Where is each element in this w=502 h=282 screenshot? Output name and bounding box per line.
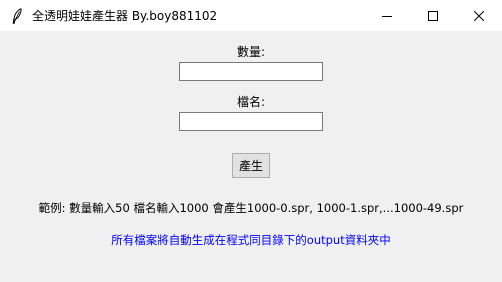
window-controls: [364, 0, 502, 31]
example-text: 範例: 數量輸入50 檔名輸入1000 會產生1000-0.spr, 1000-…: [38, 201, 464, 215]
quantity-label: 數量:: [236, 45, 266, 59]
title-bar[interactable]: 全透明娃娃產生器 By.boy881102: [0, 0, 502, 31]
output-note: 所有檔案將自動生成在程式同目錄下的output資料夾中: [111, 233, 391, 247]
feather-icon: [10, 7, 24, 24]
filename-input[interactable]: [179, 112, 323, 131]
maximize-icon: [428, 10, 438, 21]
minimize-button[interactable]: [364, 0, 410, 31]
window-title: 全透明娃娃產生器 By.boy881102: [32, 9, 218, 23]
minimize-icon: [382, 15, 392, 17]
app-window: 全透明娃娃產生器 By.boy881102 數量: 檔名: 產生 範例: 數量輸…: [0, 0, 502, 282]
filename-label: 檔名:: [236, 95, 266, 109]
maximize-button[interactable]: [410, 0, 456, 31]
generate-button[interactable]: 產生: [232, 153, 270, 178]
close-icon: [474, 10, 484, 21]
quantity-input[interactable]: [179, 62, 323, 81]
window-client-area: 數量: 檔名: 產生 範例: 數量輸入50 檔名輸入1000 會產生1000-0…: [0, 31, 502, 282]
close-button[interactable]: [456, 0, 502, 31]
